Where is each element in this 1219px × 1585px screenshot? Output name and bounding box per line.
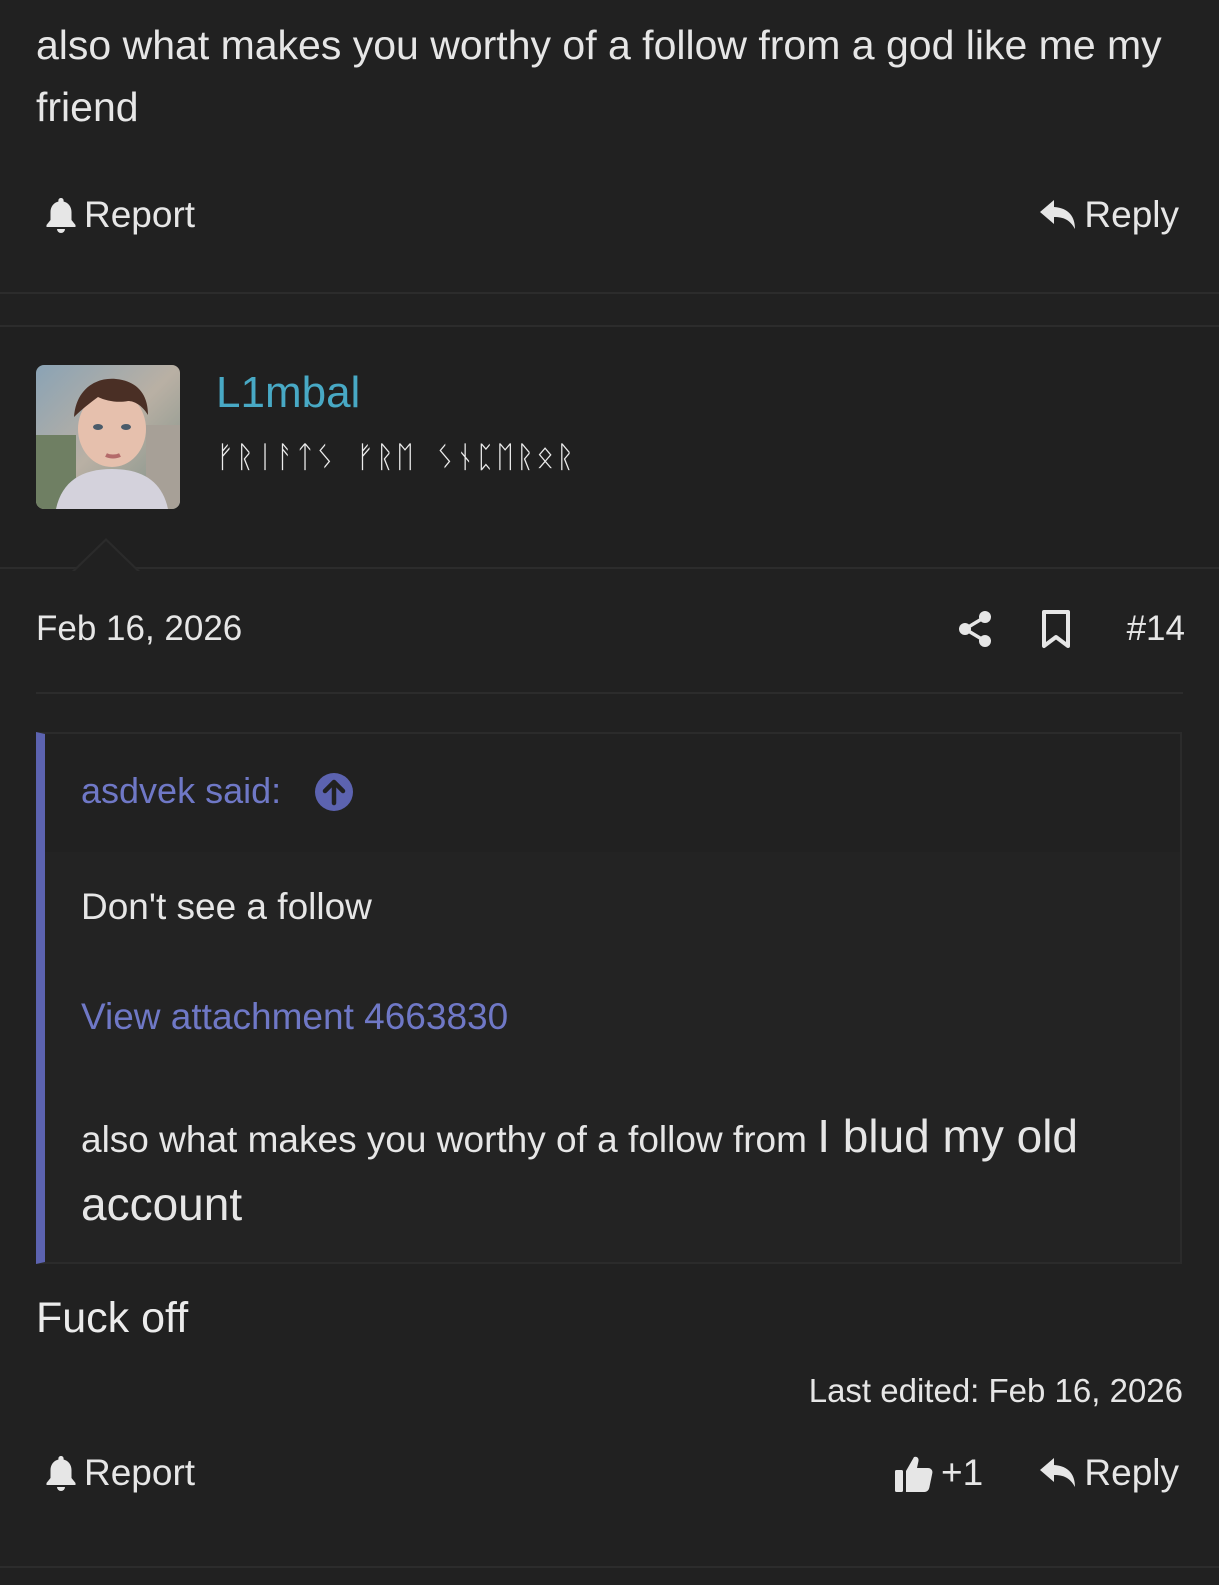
reply-arrow-icon xyxy=(1038,1456,1078,1490)
quote-text-mixed: also what makes you worthy of a follow f… xyxy=(81,1104,1161,1240)
header-pointer-fill xyxy=(74,541,138,572)
meta-divider xyxy=(36,692,1183,694)
user-header-top-border xyxy=(0,325,1219,327)
report-label: Report xyxy=(84,194,196,235)
post-number[interactable]: #14 xyxy=(1127,609,1185,649)
post-body: Fuck off xyxy=(36,1294,189,1342)
report-button[interactable]: Report xyxy=(44,1452,195,1494)
reply-label: Reply xyxy=(1084,1452,1179,1493)
quote-block: asdvek said: Don't see a follow View att… xyxy=(36,732,1182,1264)
reply-label: Reply xyxy=(1084,194,1179,235)
avatar[interactable] xyxy=(36,365,180,509)
thumbs-up-icon xyxy=(893,1452,935,1494)
like-count: +1 xyxy=(941,1452,984,1493)
quote-text-small: also what makes you worthy of a follow f… xyxy=(81,1119,818,1160)
bookmark-icon[interactable] xyxy=(1040,609,1072,654)
report-button-previous[interactable]: Report xyxy=(44,194,195,236)
reply-button-previous[interactable]: Reply xyxy=(1038,194,1179,236)
previous-post-text: also what makes you worthy of a follow f… xyxy=(36,22,1162,130)
post-date[interactable]: Feb 16, 2026 xyxy=(36,609,242,649)
reply-arrow-icon xyxy=(1038,198,1078,232)
reply-button[interactable]: Reply xyxy=(1038,1452,1179,1494)
attachment-link[interactable]: View attachment 4663830 xyxy=(81,996,508,1038)
bell-icon xyxy=(44,1454,78,1492)
user-header xyxy=(0,327,1219,567)
user-header-bottom-border xyxy=(0,567,1219,569)
quote-author[interactable]: asdvek said: xyxy=(81,770,281,812)
post-bottom-divider xyxy=(0,1566,1219,1568)
bell-icon xyxy=(44,196,78,234)
last-edited: Last edited: Feb 16, 2026 xyxy=(808,1372,1183,1409)
username[interactable]: L1mbal xyxy=(216,368,360,418)
like-button[interactable]: +1 xyxy=(893,1452,983,1494)
report-label: Report xyxy=(84,1452,196,1493)
quote-text-line: Don't see a follow xyxy=(81,886,372,927)
share-icon[interactable] xyxy=(957,610,993,653)
user-title: ᚠᚱᛁᚨᛏᛊ ᚠᚱᛖ ᛊᚾᛈᛖᚱᛟᚱ xyxy=(216,440,577,475)
post-divider xyxy=(0,292,1219,294)
arrow-up-circle-icon[interactable] xyxy=(314,772,354,817)
